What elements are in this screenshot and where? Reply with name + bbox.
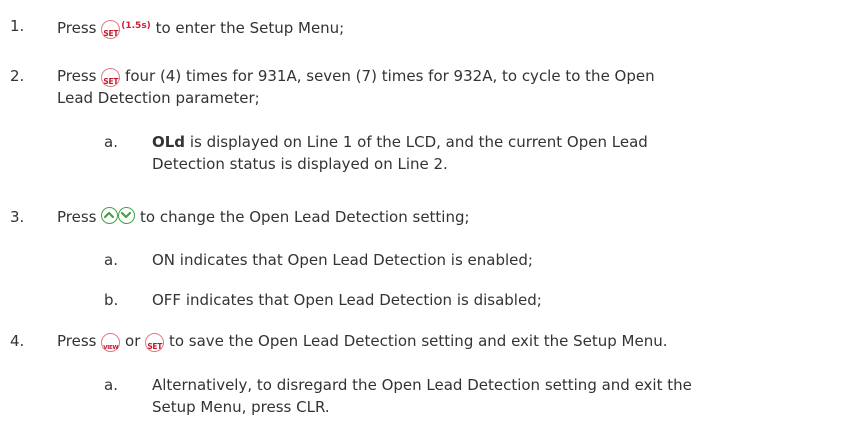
step-3-number: 3. <box>10 208 25 226</box>
set-button-icon: SET <box>101 68 121 87</box>
step-1-text: Press SET(1.5s) to enter the Setup Menu; <box>57 16 344 39</box>
step-3-text: Press to change the Open Lead Detection … <box>57 207 470 227</box>
step-2-line-2: Lead Detection parameter; <box>57 89 260 107</box>
step-4-number: 4. <box>10 332 25 350</box>
step-4-after: to save the Open Lead Detection setting … <box>168 332 668 350</box>
up-arrow-button-icon <box>101 207 119 224</box>
step-2a-line-1: OLd is displayed on Line 1 of the LCD, a… <box>152 132 648 152</box>
old-code: OLd <box>152 133 186 151</box>
view-button-icon: VIEW <box>101 333 121 352</box>
step-4-press: Press <box>57 332 97 350</box>
step-2-after: four (4) times for 931A, seven (7) times… <box>125 67 655 85</box>
step-2-line-1: Press SET four (4) times for 931A, seven… <box>57 66 655 87</box>
step-4-text: Press VIEW or SET to save the Open Lead … <box>57 331 668 352</box>
down-arrow-button-icon <box>118 207 136 224</box>
step-1-after: to enter the Setup Menu; <box>155 19 345 37</box>
step-3a-text: ON indicates that Open Lead Detection is… <box>152 251 533 269</box>
step-3b-text: OFF indicates that Open Lead Detection i… <box>152 291 542 309</box>
step-2a-letter: a. <box>104 133 118 151</box>
step-3-press: Press <box>57 208 97 226</box>
step-1-number: 1. <box>10 17 25 35</box>
step-4a-line-2: Setup Menu, press CLR. <box>152 398 330 416</box>
step-2-number: 2. <box>10 67 25 85</box>
step-4a-line-1: Alternatively, to disregard the Open Lea… <box>152 376 692 394</box>
step-1-press: Press <box>57 19 97 37</box>
step-2a-line-2: Detection status is displayed on Line 2. <box>152 155 448 173</box>
step-3b-letter: b. <box>104 291 119 309</box>
hold-duration-label: (1.5s) <box>121 21 151 31</box>
step-2a-rest: is displayed on Line 1 of the LCD, and t… <box>189 133 648 151</box>
step-3a-letter: a. <box>104 251 118 269</box>
step-3-after: to change the Open Lead Detection settin… <box>140 208 470 226</box>
step-4a-letter: a. <box>104 376 118 394</box>
set-button-icon: SET <box>101 20 121 39</box>
step-2-press: Press <box>57 67 97 85</box>
step-4-or: or <box>125 332 141 350</box>
set-button-icon: SET <box>145 333 165 352</box>
